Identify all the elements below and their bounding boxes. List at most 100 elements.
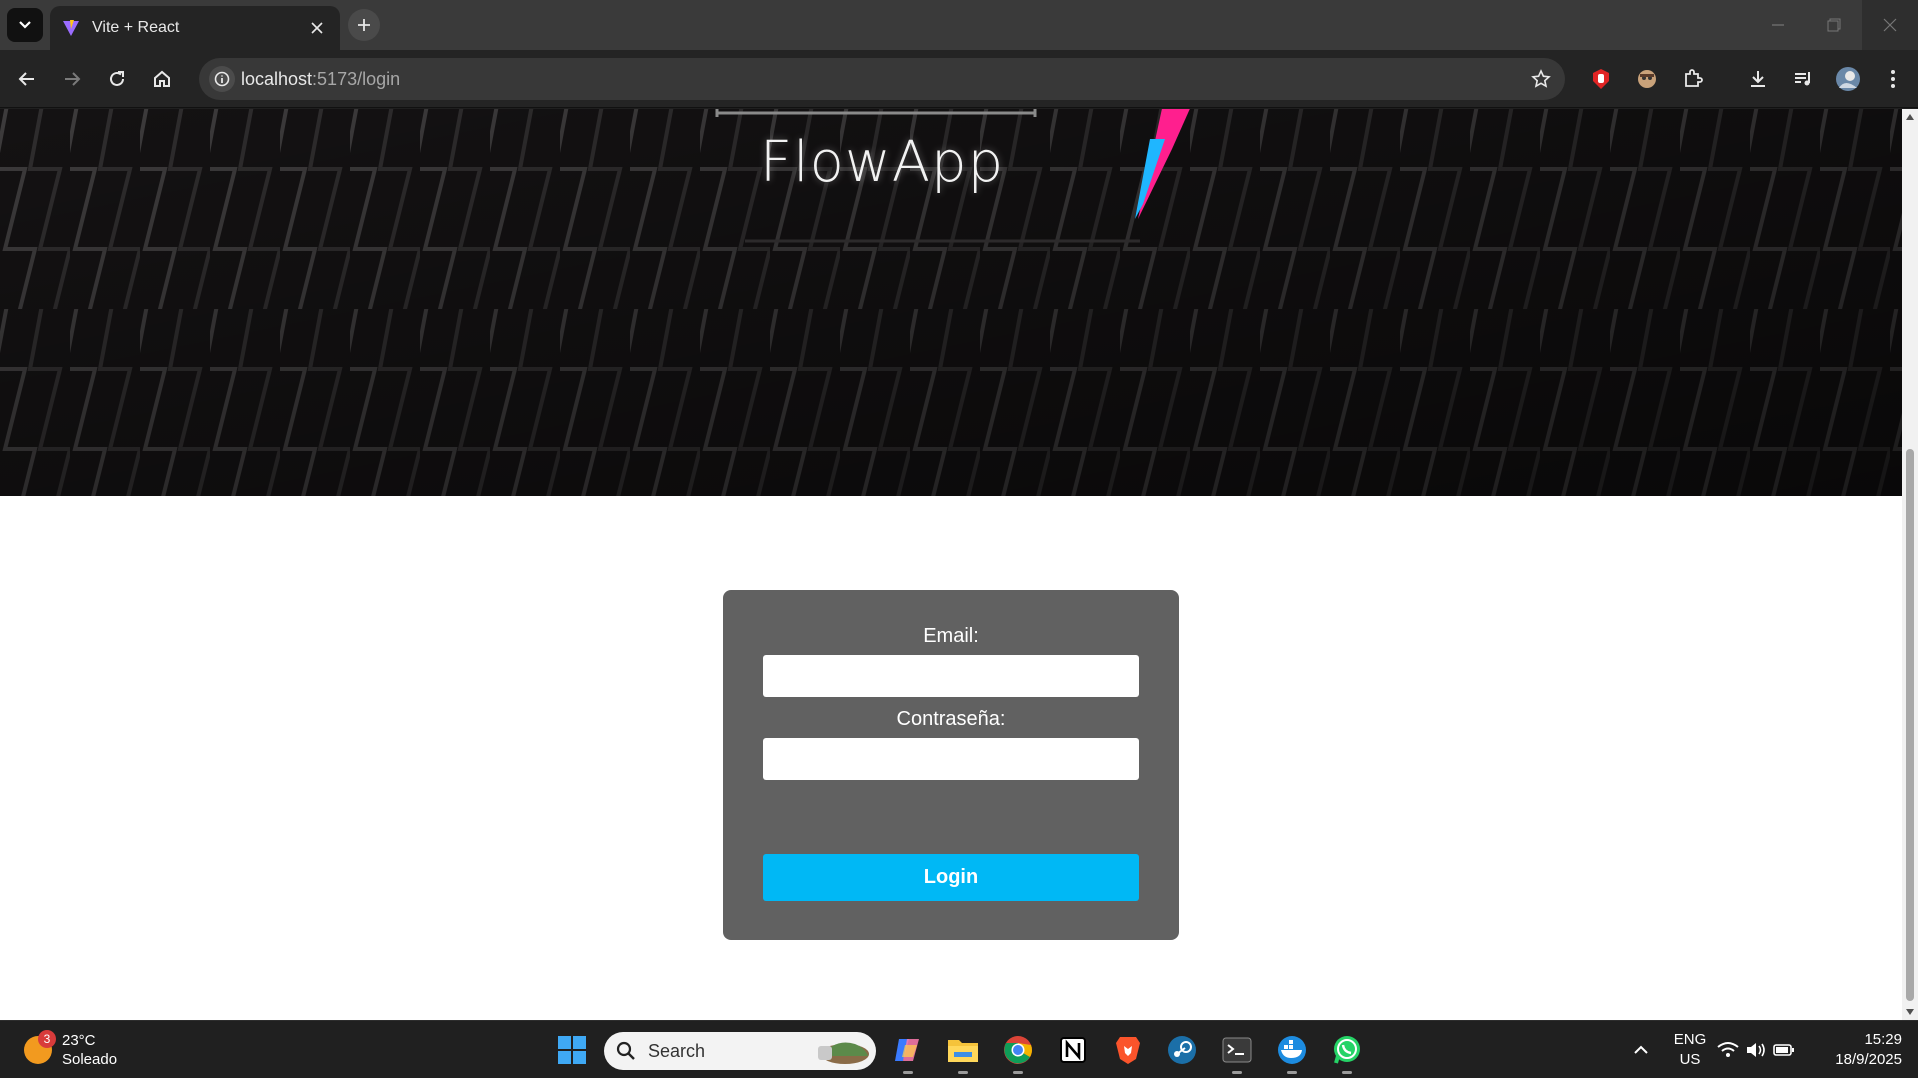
sun-icon: 3 bbox=[24, 1030, 56, 1064]
input-language-indicator[interactable]: ENG US bbox=[1670, 1030, 1710, 1070]
login-button[interactable]: Login bbox=[763, 854, 1139, 901]
wifi-icon bbox=[1717, 1042, 1739, 1057]
back-button[interactable] bbox=[11, 63, 43, 95]
weather-description: Soleado bbox=[62, 1051, 118, 1068]
browser-tab-active[interactable]: Vite + React bbox=[50, 6, 340, 50]
os-taskbar: 3 23°C Soleado Search ENG US 15:29 18/9/… bbox=[0, 1020, 1918, 1078]
scrollbar-thumb[interactable] bbox=[1906, 449, 1914, 1001]
brave-button[interactable] bbox=[1110, 1032, 1146, 1068]
extension-avatar-button[interactable] bbox=[1631, 63, 1663, 95]
file-explorer-button[interactable] bbox=[945, 1032, 981, 1074]
restore-icon bbox=[1827, 18, 1841, 32]
running-indicator bbox=[903, 1071, 913, 1074]
copilot-button[interactable] bbox=[890, 1032, 926, 1074]
face-extension-icon bbox=[1638, 70, 1656, 88]
running-indicator bbox=[1232, 1071, 1242, 1074]
home-icon bbox=[154, 70, 170, 87]
tab-title: Vite + React bbox=[92, 19, 180, 36]
avatar bbox=[1836, 67, 1860, 91]
whatsapp-button[interactable] bbox=[1329, 1032, 1365, 1074]
profile-avatar-button[interactable] bbox=[1832, 63, 1864, 95]
language-code: ENG bbox=[1673, 1031, 1707, 1048]
media-control-button[interactable] bbox=[1787, 63, 1819, 95]
brand-title: FlowApp bbox=[759, 130, 1005, 195]
copilot-icon bbox=[895, 1039, 919, 1061]
show-hidden-icons-button[interactable] bbox=[1624, 1032, 1658, 1068]
email-field[interactable] bbox=[763, 655, 1139, 697]
browser-menu-button[interactable] bbox=[1877, 63, 1909, 95]
kebab-menu-icon bbox=[1891, 70, 1895, 88]
clock-date: 18/9/2025 bbox=[1835, 1051, 1902, 1068]
system-clock[interactable]: 15:29 18/9/2025 bbox=[1826, 1030, 1902, 1070]
address-bar[interactable]: localhost:5173/login bbox=[199, 58, 1565, 100]
search-icon bbox=[616, 1041, 635, 1060]
browser-toolbar: localhost:5173/login bbox=[0, 50, 1918, 108]
extension-adblock-button[interactable] bbox=[1585, 63, 1617, 95]
clock-time: 15:29 bbox=[1864, 1031, 1902, 1048]
steam-icon bbox=[1168, 1036, 1196, 1064]
chrome-button[interactable] bbox=[1000, 1032, 1036, 1074]
chevron-up-icon bbox=[1634, 1045, 1648, 1054]
system-tray-status[interactable] bbox=[1716, 1032, 1796, 1068]
whatsapp-icon bbox=[1334, 1036, 1360, 1064]
reload-icon bbox=[110, 71, 124, 86]
downloads-button[interactable] bbox=[1742, 63, 1774, 95]
password-label: Contraseña: bbox=[896, 708, 1006, 730]
terminal-button[interactable] bbox=[1219, 1032, 1255, 1074]
home-button[interactable] bbox=[146, 63, 178, 95]
windows-start-icon bbox=[558, 1036, 586, 1064]
hand-stop-icon bbox=[1593, 69, 1609, 89]
steam-button[interactable] bbox=[1164, 1032, 1200, 1068]
close-window-button[interactable] bbox=[1862, 0, 1918, 50]
docker-icon bbox=[1278, 1036, 1306, 1064]
taskbar-search[interactable]: Search bbox=[604, 1032, 876, 1070]
email-label: Email: bbox=[923, 625, 979, 647]
taskbar-search-placeholder: Search bbox=[648, 1040, 706, 1061]
notion-icon bbox=[1060, 1037, 1086, 1063]
brave-icon bbox=[1116, 1037, 1140, 1064]
new-tab-button[interactable] bbox=[348, 9, 380, 41]
vite-favicon-icon bbox=[63, 20, 79, 36]
weather-temperature: 23°C bbox=[62, 1032, 96, 1049]
running-indicator bbox=[958, 1071, 968, 1074]
battery-icon bbox=[1773, 1044, 1794, 1056]
page-viewport: FlowApp Email: Contraseña: Login bbox=[0, 109, 1902, 1020]
reload-button[interactable] bbox=[101, 63, 133, 95]
page-scrollbar[interactable] bbox=[1902, 109, 1918, 1020]
playlist-icon bbox=[1795, 72, 1810, 86]
url-host: localhost bbox=[241, 69, 313, 89]
windows-start-button[interactable] bbox=[554, 1032, 590, 1068]
forward-button[interactable] bbox=[56, 63, 88, 95]
site-info-icon[interactable] bbox=[209, 66, 235, 92]
bookmark-star-icon[interactable] bbox=[1529, 67, 1553, 91]
password-field[interactable] bbox=[763, 738, 1139, 780]
running-indicator bbox=[1287, 1071, 1297, 1074]
plus-icon bbox=[358, 19, 370, 31]
running-indicator bbox=[1342, 1071, 1352, 1074]
docker-button[interactable] bbox=[1274, 1032, 1310, 1074]
file-explorer-icon bbox=[948, 1040, 978, 1062]
weather-widget[interactable]: 3 23°C Soleado bbox=[24, 1030, 118, 1069]
minimize-button[interactable] bbox=[1750, 0, 1806, 50]
scroll-up-arrow-icon[interactable] bbox=[1904, 111, 1916, 123]
scroll-down-arrow-icon[interactable] bbox=[1904, 1006, 1916, 1018]
login-form: Email: Contraseña: Login bbox=[723, 590, 1179, 940]
volume-icon bbox=[1747, 1043, 1765, 1057]
extensions-button[interactable] bbox=[1677, 63, 1709, 95]
minimize-icon bbox=[1772, 24, 1784, 26]
url-text: localhost:5173/login bbox=[241, 69, 400, 90]
tab-close-icon[interactable] bbox=[306, 17, 328, 39]
restore-button[interactable] bbox=[1806, 0, 1862, 50]
search-highlight-illustration-icon bbox=[818, 1042, 869, 1064]
puzzle-icon bbox=[1685, 69, 1703, 87]
notification-badge: 3 bbox=[38, 1030, 56, 1048]
download-icon bbox=[1751, 71, 1765, 87]
arrow-right-icon bbox=[65, 72, 81, 86]
url-path: :5173/login bbox=[312, 69, 401, 89]
tab-search-button[interactable] bbox=[7, 8, 43, 42]
notion-button[interactable] bbox=[1055, 1032, 1091, 1068]
tab-strip: Vite + React bbox=[0, 0, 1918, 50]
close-icon bbox=[1883, 18, 1897, 32]
chevron-down-icon bbox=[19, 21, 31, 29]
terminal-icon bbox=[1222, 1037, 1252, 1063]
